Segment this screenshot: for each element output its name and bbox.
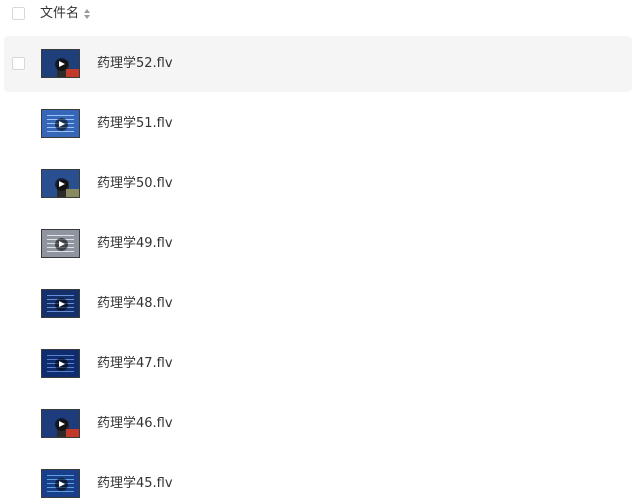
video-thumbnail-icon[interactable] <box>41 349 80 378</box>
file-row[interactable]: 药理学49.flv <box>4 216 632 272</box>
file-row[interactable]: 药理学51.flv <box>4 96 632 152</box>
video-thumbnail-icon[interactable] <box>41 229 80 258</box>
video-thumbnail-icon[interactable] <box>41 109 80 138</box>
file-list: 文件名 药理学52.flv 药理学51.flv 药理学50.flv 药理学49.flv… <box>0 0 632 504</box>
play-icon <box>55 418 68 431</box>
play-icon <box>55 298 68 311</box>
video-thumbnail-icon[interactable] <box>41 409 80 438</box>
file-row[interactable]: 药理学52.flv <box>4 36 632 92</box>
file-name[interactable]: 药理学45.flv <box>97 475 173 493</box>
row-checkbox[interactable] <box>12 57 25 70</box>
file-name[interactable]: 药理学48.flv <box>97 295 173 313</box>
file-row[interactable]: 药理学45.flv <box>4 456 632 504</box>
file-name[interactable]: 药理学49.flv <box>97 235 173 253</box>
file-row[interactable]: 药理学48.flv <box>4 276 632 332</box>
play-icon <box>55 358 68 371</box>
list-header: 文件名 <box>0 0 632 30</box>
file-name[interactable]: 药理学47.flv <box>97 355 173 373</box>
play-icon <box>55 478 68 491</box>
file-row[interactable]: 药理学50.flv <box>4 156 632 212</box>
column-header-label: 文件名 <box>40 6 80 21</box>
select-all-checkbox[interactable] <box>12 7 25 20</box>
file-row[interactable]: 药理学46.flv <box>4 396 632 452</box>
column-header-filename[interactable]: 文件名 <box>40 6 91 22</box>
sort-icon[interactable] <box>83 8 91 20</box>
play-icon <box>55 58 68 71</box>
file-name[interactable]: 药理学50.flv <box>97 175 173 193</box>
file-row[interactable]: 药理学47.flv <box>4 336 632 392</box>
video-thumbnail-icon[interactable] <box>41 169 80 198</box>
video-thumbnail-icon[interactable] <box>41 49 80 78</box>
video-thumbnail-icon[interactable] <box>41 289 80 318</box>
file-name[interactable]: 药理学52.flv <box>97 55 173 73</box>
play-icon <box>55 178 68 191</box>
video-thumbnail-icon[interactable] <box>41 469 80 498</box>
desk-shape <box>66 429 79 437</box>
desk-shape <box>66 189 79 197</box>
file-name[interactable]: 药理学51.flv <box>97 115 173 133</box>
desk-shape <box>66 69 79 77</box>
play-icon <box>55 238 68 251</box>
play-icon <box>55 118 68 131</box>
file-name[interactable]: 药理学46.flv <box>97 415 173 433</box>
